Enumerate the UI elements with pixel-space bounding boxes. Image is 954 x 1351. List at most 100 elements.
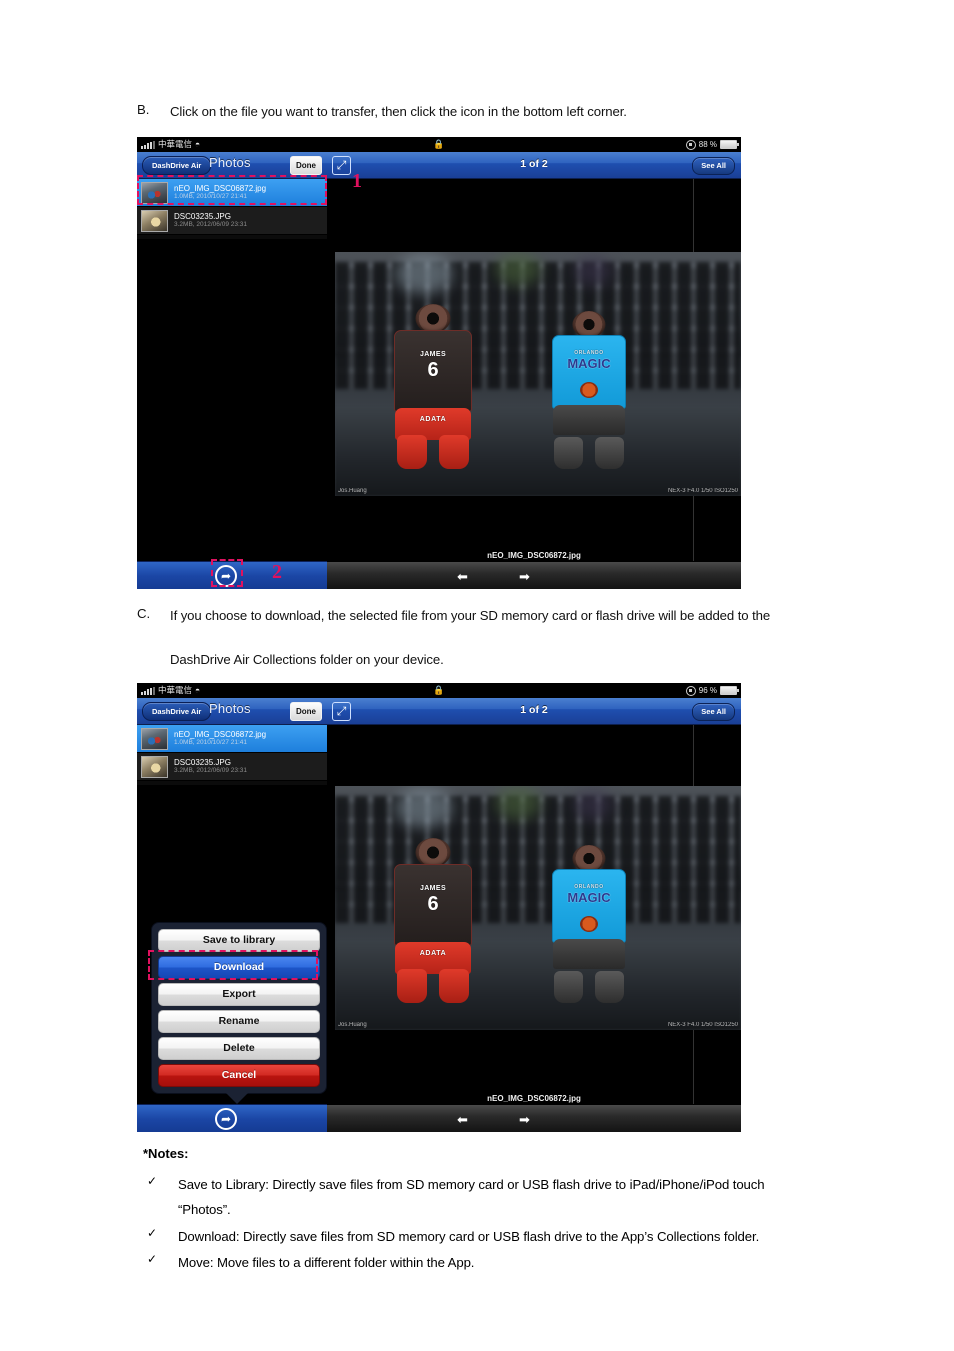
previous-photo-arrow[interactable]: ⬅ <box>457 1113 468 1126</box>
screenshot-top-device: 中華電信 ◓ 🔒 88 % DashDrive Air Photos Done … <box>137 137 741 589</box>
file-meta-group: DSC03235.JPG 3.2MB, 2012/06/09 23:31 <box>174 758 247 775</box>
team-name-label: MAGIC <box>567 356 611 372</box>
previous-photo-arrow[interactable]: ⬅ <box>457 570 468 583</box>
battery-icon <box>720 140 739 149</box>
photo-preview-image[interactable]: JAMES 6 ADATA ORLANDO MAGIC Jos.Huang NE… <box>335 252 741 496</box>
delete-button[interactable]: Delete <box>158 1037 320 1060</box>
see-all-button[interactable]: See All <box>692 157 735 175</box>
photos-title: Photos <box>209 701 251 716</box>
jersey-number: 6 <box>427 893 439 916</box>
notes-title: *Notes: <box>143 1146 189 1161</box>
action-sheet-menu: Save to library Download Export Rename D… <box>151 922 327 1104</box>
top-left-navbar: DashDrive Air Photos Done <box>137 152 327 179</box>
jersey-player-name: JAMES <box>419 351 447 359</box>
figure-jersey: JAMES 6 <box>394 864 472 947</box>
cancel-button[interactable]: Cancel <box>158 1064 320 1087</box>
export-button[interactable]: Export <box>158 983 320 1006</box>
photo-credit-right: NEX-3 F4.0 1/50 ISO1250 <box>667 1022 738 1028</box>
photo-preview-image[interactable]: JAMES 6 ADATA ORLANDO MAGIC Jos.Huang NE… <box>335 786 741 1030</box>
back-button-dashdrive-air[interactable]: DashDrive Air <box>142 702 212 721</box>
file-name-label: nEO_IMG_DSC06872.jpg <box>174 730 267 740</box>
page-indicator-label: 1 of 2 <box>520 158 548 170</box>
see-all-button[interactable]: See All <box>692 703 735 721</box>
file-thumbnail <box>141 755 168 778</box>
statusbar-right-group: 88 % <box>685 137 739 152</box>
share-action-button[interactable]: ➦ <box>215 565 237 587</box>
figure-leg-left <box>396 969 427 1004</box>
usb-figure-james: JAMES 6 ADATA <box>394 838 472 1004</box>
file-meta-label: 1.0MB, 2010/10/27 21:41 <box>174 739 248 747</box>
done-button[interactable]: Done <box>290 156 322 175</box>
bottom-bottom-toolbar-right: nEO_IMG_DSC06872.jpg ⬅ ➡ <box>327 1094 741 1132</box>
done-button[interactable]: Done <box>290 702 322 721</box>
jersey-player-name: JAMES <box>419 885 447 893</box>
figure-legs <box>395 435 471 470</box>
screenshot-bottom-device: 中華電信 ◓ 🔒 96 % DashDrive Air Photos Done … <box>137 683 741 1132</box>
file-meta-label: 3.2MB, 2012/06/09 23:31 <box>174 767 248 775</box>
file-thumbnail <box>141 727 168 750</box>
lock-icon: 🔒 <box>433 139 445 149</box>
table-row[interactable]: DSC03235.JPG 3.2MB, 2012/06/09 23:31 <box>137 207 327 235</box>
top-right-navbar: ⤢ 1 of 2 See All <box>327 152 741 179</box>
figure-jersey: ORLANDO MAGIC <box>552 335 626 410</box>
figure-leg-left <box>554 437 584 470</box>
figure-jersey: ORLANDO MAGIC <box>552 869 626 944</box>
battery-percent-label: 88 % <box>698 140 717 149</box>
rotation-lock-icon <box>685 685 696 696</box>
bokeh-blob <box>495 252 541 286</box>
lock-icon: 🔒 <box>433 685 445 695</box>
top-file-list: nEO_IMG_DSC06872.jpg 1.0MB, 2010/10/27 2… <box>137 179 327 239</box>
file-name-label: DSC03235.JPG <box>174 212 231 222</box>
save-to-library-button[interactable]: Save to library <box>158 929 320 952</box>
step-c-marker: C. <box>137 606 151 621</box>
check-icon: ✓ <box>147 1226 158 1240</box>
statusbar-center-group: 🔒 <box>137 683 741 698</box>
share-action-button[interactable]: ➦ <box>215 1108 237 1130</box>
next-photo-arrow[interactable]: ➡ <box>519 570 530 583</box>
photo-credit-left: Jos.Huang <box>338 488 367 494</box>
figure-leg-right <box>439 435 470 470</box>
file-meta-label: 1.0MB, 2010/10/27 21:41 <box>174 193 248 201</box>
photo-filename-caption: nEO_IMG_DSC06872.jpg <box>487 1094 581 1103</box>
photo-filename-caption: nEO_IMG_DSC06872.jpg <box>487 551 581 560</box>
download-button[interactable]: Download <box>158 956 320 979</box>
figure-head-ring <box>415 838 451 867</box>
battery-icon <box>720 686 739 695</box>
battery-percent-label: 96 % <box>698 686 717 695</box>
bottom-photo-stage: JAMES 6 ADATA ORLANDO MAGIC Jos.Huang NE… <box>327 725 741 1104</box>
bottom-file-list: nEO_IMG_DSC06872.jpg 1.0MB, 2010/10/27 2… <box>137 725 327 785</box>
table-row[interactable]: DSC03235.JPG 3.2MB, 2012/06/09 23:31 <box>137 753 327 781</box>
bokeh-blob <box>495 786 541 820</box>
file-meta-group: nEO_IMG_DSC06872.jpg 1.0MB, 2010/10/27 2… <box>174 184 266 201</box>
figure-legs <box>553 437 625 470</box>
note-item-move: Move: Move files to a different folder w… <box>178 1255 475 1270</box>
note-item-save-to-library: Save to Library: Directly save files fro… <box>178 1177 765 1192</box>
team-logo-icon <box>580 382 598 399</box>
bokeh-blob <box>395 254 453 294</box>
figure-head-ring <box>415 304 451 333</box>
usb-figure-magic: ORLANDO MAGIC <box>552 845 626 1004</box>
statusbar-center-group: 🔒 <box>137 137 741 152</box>
action-sheet-pointer-arrow <box>226 1093 248 1104</box>
team-name-label: MAGIC <box>567 890 611 906</box>
rename-button[interactable]: Rename <box>158 1010 320 1033</box>
figure-legs <box>553 971 625 1004</box>
top-statusbar: 中華電信 ◓ 🔒 88 % <box>137 137 741 152</box>
top-bottom-toolbar-right: nEO_IMG_DSC06872.jpg ⬅ ➡ <box>327 551 741 589</box>
step-b-marker: B. <box>137 102 150 117</box>
file-meta-group: nEO_IMG_DSC06872.jpg 1.0MB, 2010/10/27 2… <box>174 730 266 747</box>
next-photo-arrow[interactable]: ➡ <box>519 1113 530 1126</box>
figure-shorts <box>553 405 625 436</box>
file-thumbnail <box>141 209 168 232</box>
bokeh-blob <box>573 790 613 820</box>
table-row[interactable]: nEO_IMG_DSC06872.jpg 1.0MB, 2010/10/27 2… <box>137 179 327 207</box>
figure-leg-right <box>439 969 470 1004</box>
bottom-bottom-toolbar-left: ➦ <box>137 1104 327 1132</box>
annotation-number-2: 2 <box>272 561 282 583</box>
table-row[interactable]: nEO_IMG_DSC06872.jpg 1.0MB, 2010/10/27 2… <box>137 725 327 753</box>
step-b-text: Click on the file you want to transfer, … <box>170 104 627 119</box>
photo-credit-right: NEX-3 F4.0 1/50 ISO1250 <box>667 488 738 494</box>
figure-leg-left <box>554 971 584 1004</box>
back-button-dashdrive-air[interactable]: DashDrive Air <box>142 156 212 175</box>
jersey-number: 6 <box>427 359 439 382</box>
